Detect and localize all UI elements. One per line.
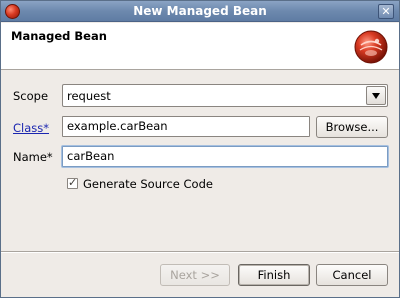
title-bar[interactable]: New Managed Bean ✕ — [1, 1, 399, 22]
finish-button[interactable]: Finish — [238, 264, 310, 286]
scope-label: Scope — [13, 89, 49, 103]
generate-source-checkbox[interactable]: ✓ — [67, 176, 78, 189]
scope-select[interactable]: request — [62, 84, 388, 107]
name-field[interactable]: carBean — [62, 146, 388, 167]
name-label: Name* — [13, 150, 53, 164]
next-button[interactable]: Next >> — [160, 264, 230, 286]
checkmark-icon: ✓ — [68, 176, 78, 189]
browse-button[interactable]: Browse... — [316, 116, 388, 138]
cancel-button[interactable]: Cancel — [316, 264, 388, 286]
generate-source-label[interactable]: Generate Source Code — [83, 177, 213, 191]
button-bar-separator — [1, 251, 399, 253]
window-title: New Managed Bean — [133, 4, 267, 18]
wizard-banner: Managed Bean — [1, 23, 399, 70]
banner-title: Managed Bean — [11, 29, 107, 43]
scope-value: request — [67, 89, 111, 103]
bean-wizard-icon — [354, 30, 388, 64]
close-icon[interactable]: ✕ — [378, 4, 394, 19]
class-field[interactable]: example.carBean — [62, 116, 310, 137]
chevron-down-icon[interactable] — [366, 86, 386, 105]
class-link[interactable]: Class* — [13, 121, 49, 135]
dialog-window: New Managed Bean ✕ Managed Bean Scope re… — [0, 0, 400, 298]
